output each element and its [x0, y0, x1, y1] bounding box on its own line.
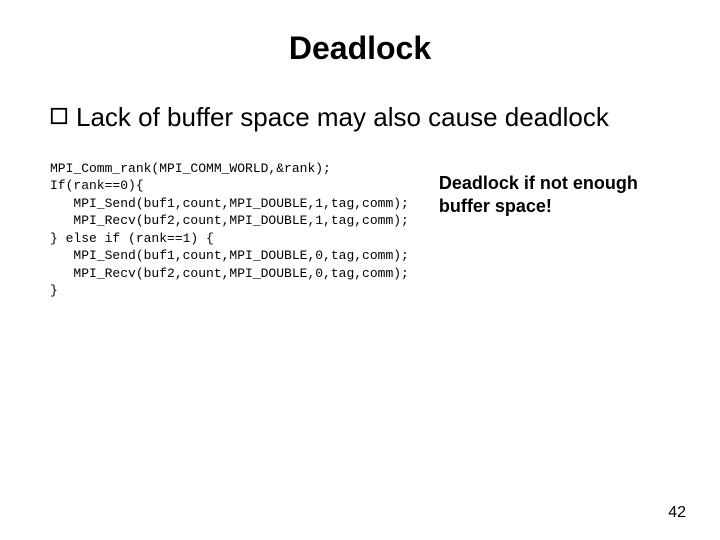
- bullet-row: Lack of buffer space may also cause dead…: [50, 101, 670, 134]
- bullet-text: Lack of buffer space may also cause dead…: [76, 101, 609, 134]
- square-bullet-icon: [50, 107, 68, 125]
- code-block: MPI_Comm_rank(MPI_COMM_WORLD,&rank); If(…: [50, 160, 409, 300]
- page-number: 42: [668, 504, 686, 522]
- slide: Deadlock Lack of buffer space may also c…: [0, 0, 720, 540]
- content-row: MPI_Comm_rank(MPI_COMM_WORLD,&rank); If(…: [50, 160, 670, 300]
- annotation-text: Deadlock if not enough buffer space!: [439, 172, 670, 219]
- slide-title: Deadlock: [50, 30, 670, 67]
